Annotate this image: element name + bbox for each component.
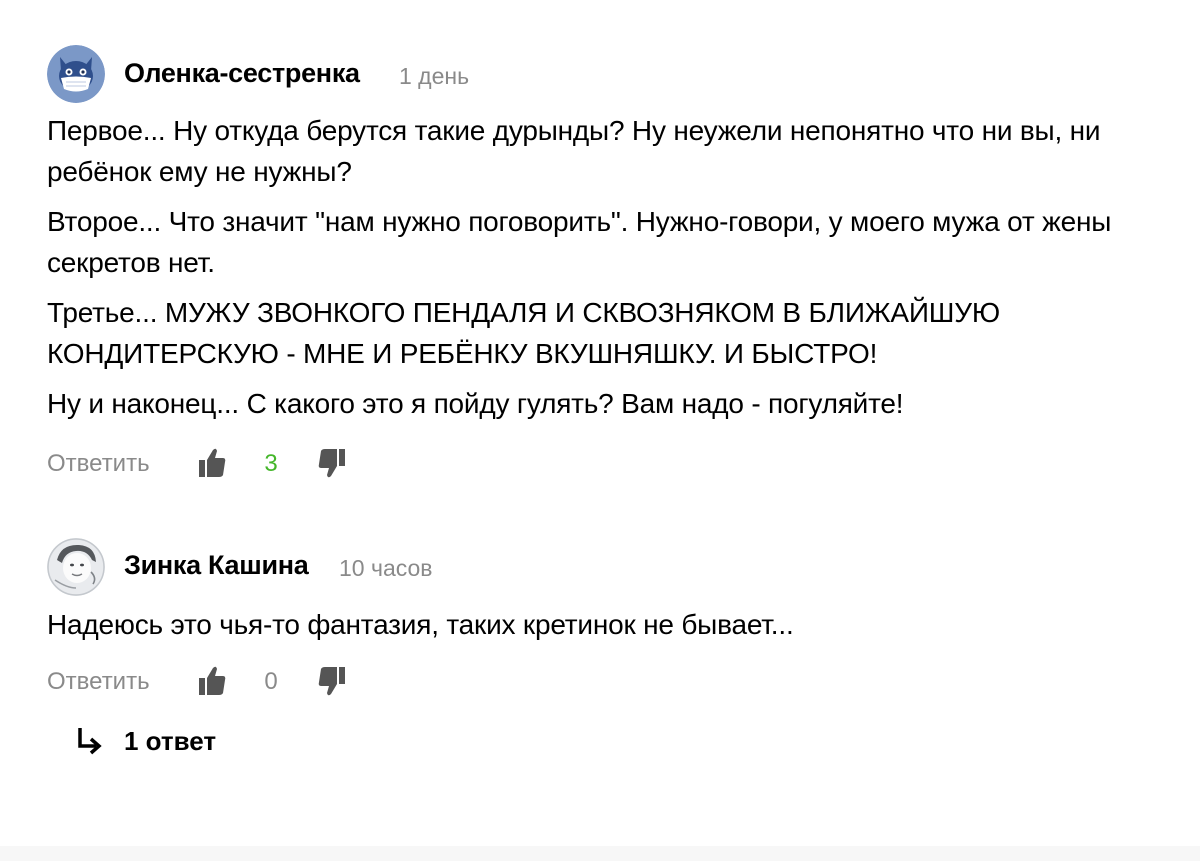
thumbs-up-icon: [199, 448, 226, 477]
comment-actions: Ответить 3: [47, 446, 447, 486]
cat-with-mask-avatar-icon: [47, 45, 105, 103]
comment-paragraph: Третье... МУЖУ ЗВОНКОГО ПЕНДАЛЯ И СКВОЗН…: [47, 297, 1000, 369]
avatar[interactable]: [47, 45, 105, 103]
thumbs-down-icon: [318, 449, 345, 478]
rating-count: 3: [264, 450, 278, 477]
dislike-button[interactable]: [317, 446, 347, 482]
comment-paragraph: Надеюсь это чья-то фантазия, таких крети…: [47, 609, 794, 640]
comment-paragraph: Второе... Что значит "нам нужно поговори…: [47, 206, 1112, 278]
author-name[interactable]: Зинка Кашина: [124, 550, 309, 581]
rating-count: 0: [264, 668, 278, 695]
comment-time: 10 часов: [339, 555, 433, 581]
avatar[interactable]: [47, 538, 105, 596]
thumbs-up-icon: [199, 666, 226, 695]
like-button[interactable]: [197, 446, 227, 482]
comment-paragraph: Ну и наконец... С какого это я пойду гул…: [47, 388, 904, 419]
bottom-divider: [0, 846, 1200, 861]
reply-button[interactable]: Ответить: [47, 450, 150, 478]
comment-paragraph: Первое... Ну откуда берутся такие дурынд…: [47, 115, 1101, 187]
comment-actions: Ответить 0: [47, 664, 447, 704]
like-button[interactable]: [197, 664, 227, 700]
person-photo-avatar-icon: [47, 538, 105, 596]
reply-button[interactable]: Ответить: [47, 668, 150, 696]
author-name[interactable]: Оленка-сестренка: [124, 58, 360, 89]
reply-arrow-icon: [78, 728, 102, 755]
replies-count-label: 1 ответ: [124, 726, 217, 756]
dislike-button[interactable]: [317, 664, 347, 700]
thumbs-down-icon: [318, 667, 345, 696]
comments-page: Оленка-сестренка 1 день Первое... Ну отк…: [0, 0, 1200, 861]
comment-time: 1 день: [399, 63, 470, 89]
